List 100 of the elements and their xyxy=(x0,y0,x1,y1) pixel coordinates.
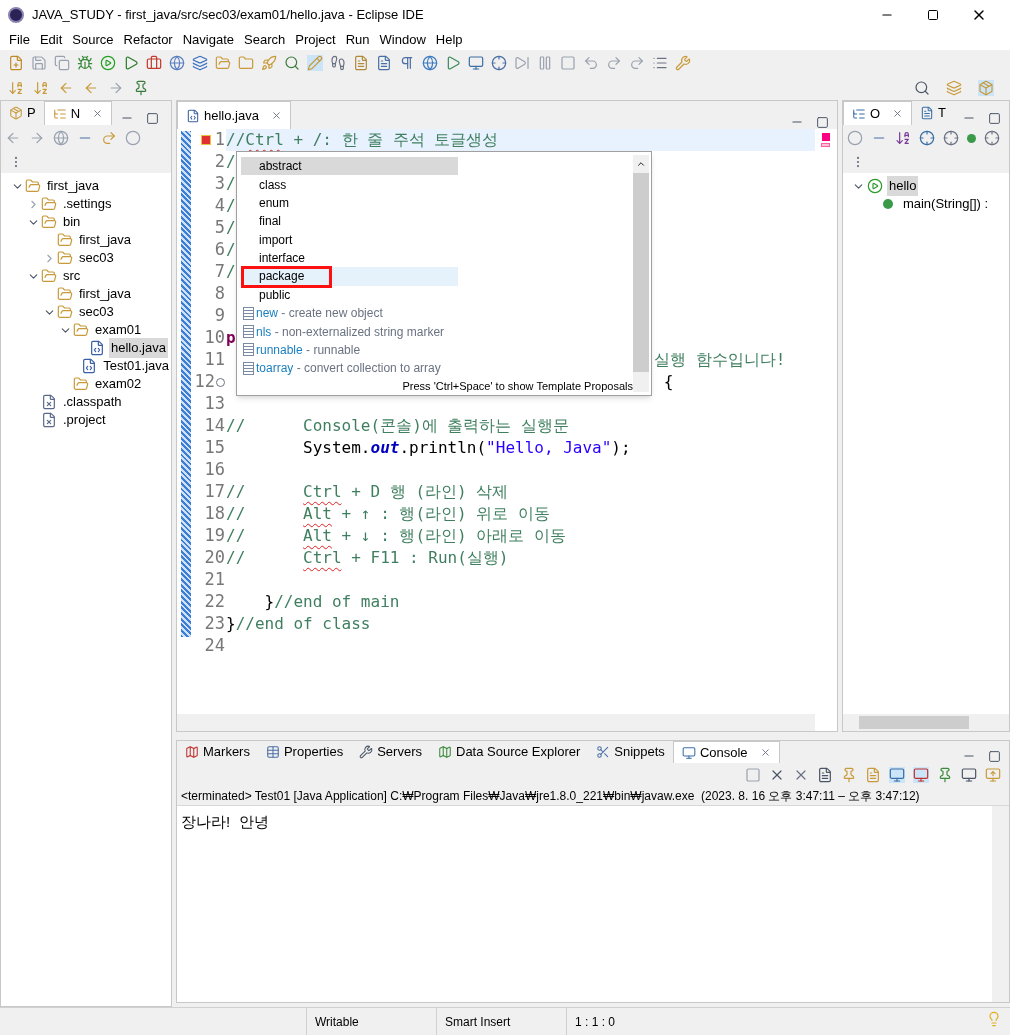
view-tab[interactable]: O xyxy=(842,101,913,125)
view-tab[interactable]: Console xyxy=(672,741,780,763)
close-icon[interactable] xyxy=(892,108,904,119)
resume-icon[interactable] xyxy=(514,55,530,71)
maximize-icon[interactable] xyxy=(988,749,1001,763)
completion-item[interactable]: new - create new object xyxy=(241,304,458,323)
globe-icon[interactable] xyxy=(53,130,69,146)
debug-icon[interactable] xyxy=(77,55,93,71)
tree-item[interactable]: bin xyxy=(61,212,83,232)
completion-item[interactable]: enum xyxy=(241,193,458,213)
back-icon[interactable] xyxy=(5,130,21,146)
console-header: <terminated> Test01 [Java Application] C:₩Program Files₩Java₩jre1.8.0_221₩bin₩javaw.exe (2023. 8. 16 오후 3:47:11 – 오후 3:47:12) xyxy=(181,788,920,805)
package-icon xyxy=(9,106,23,120)
tree-item[interactable]: sec03 xyxy=(77,302,116,322)
run-config-icon[interactable] xyxy=(123,55,139,71)
save-icon[interactable] xyxy=(31,55,47,71)
view-tab[interactable]: N xyxy=(43,101,113,125)
tree-item[interactable]: first_java xyxy=(45,176,102,196)
search-icon[interactable] xyxy=(914,80,930,96)
open-folder-icon[interactable] xyxy=(238,55,254,71)
close-icon[interactable] xyxy=(92,108,104,119)
maximize-icon[interactable] xyxy=(815,115,829,129)
completion-item[interactable]: abstract xyxy=(241,157,458,176)
menu-item[interactable]: Window xyxy=(374,30,431,50)
tree-item[interactable]: exam01 xyxy=(93,320,144,340)
menu-item[interactable]: Project xyxy=(290,30,341,50)
search-icon[interactable] xyxy=(284,55,300,71)
popup-scrollbar[interactable] xyxy=(633,155,649,392)
horizontal-scrollbar[interactable] xyxy=(842,714,1009,731)
forward-icon[interactable] xyxy=(108,80,124,96)
tree-item[interactable]: .project xyxy=(61,410,108,430)
tree-item[interactable]: src xyxy=(61,266,83,286)
tree-item[interactable]: exam02 xyxy=(93,374,144,394)
template-text: nls - non-externalized string marker xyxy=(256,323,445,341)
tree-item[interactable]: main(String[]) : xyxy=(900,194,991,214)
horizontal-scrollbar[interactable] xyxy=(177,714,815,731)
completion-item[interactable]: runnable - runnable xyxy=(241,340,458,360)
back-icon[interactable] xyxy=(83,80,99,96)
completion-item[interactable]: final xyxy=(241,212,458,231)
vertical-scrollbar[interactable] xyxy=(992,806,1009,1002)
new-file-icon[interactable] xyxy=(8,55,24,71)
completion-item[interactable]: toarray - convert collection to array xyxy=(241,359,458,378)
page-icon[interactable] xyxy=(376,55,392,71)
stop-icon[interactable] xyxy=(560,55,576,71)
menu-item[interactable]: Navigate xyxy=(177,30,239,50)
java-perspective-icon[interactable] xyxy=(978,80,994,96)
close-icon[interactable] xyxy=(759,747,771,758)
completion-item[interactable]: package xyxy=(241,267,458,286)
launch-icon[interactable] xyxy=(261,55,277,71)
menu-item[interactable]: Run xyxy=(340,30,375,50)
maximize-icon[interactable] xyxy=(146,111,160,125)
tree-item[interactable]: first_java xyxy=(77,284,134,304)
tree-item[interactable]: hello.java xyxy=(109,338,168,358)
menu-item[interactable]: File xyxy=(4,30,35,50)
completion-item[interactable]: public xyxy=(241,285,458,304)
wrench-icon[interactable] xyxy=(675,55,691,71)
scroll-up-icon[interactable] xyxy=(636,159,646,169)
forward-icon[interactable] xyxy=(29,130,45,146)
menu-item[interactable]: Refactor xyxy=(118,30,178,50)
completion-item[interactable]: nls - non-externalized string marker xyxy=(241,322,458,341)
code-text: ); xyxy=(611,437,631,459)
public-members-icon[interactable] xyxy=(966,133,976,143)
tree-item[interactable]: sec03 xyxy=(77,248,116,268)
save-all-icon[interactable] xyxy=(54,55,70,71)
completion-item[interactable]: class xyxy=(241,175,458,194)
pin-icon[interactable] xyxy=(133,80,149,96)
menu-item[interactable]: Source xyxy=(67,30,119,50)
lightbulb-icon[interactable] xyxy=(986,1011,1002,1027)
template-text: new - create new object xyxy=(256,305,383,323)
tree-item[interactable]: Test01.java xyxy=(101,356,171,376)
code-text: / xyxy=(226,217,236,239)
code-text: / xyxy=(226,195,236,217)
crosshair-icon[interactable] xyxy=(491,55,507,71)
tree-item[interactable]: .classpath xyxy=(61,392,124,412)
view-tab[interactable]: hello.java xyxy=(177,101,291,129)
close-icon[interactable] xyxy=(270,110,282,121)
code-text: // xyxy=(226,129,246,151)
menu-item[interactable]: Help xyxy=(430,30,468,50)
document-icon[interactable] xyxy=(353,55,369,71)
tree-item[interactable]: .settings xyxy=(61,194,114,214)
globe-icon[interactable] xyxy=(422,55,438,71)
open-perspective-icon[interactable] xyxy=(946,80,962,96)
pilcrow-icon[interactable] xyxy=(399,55,415,71)
play-icon[interactable] xyxy=(445,55,461,71)
code-text: / xyxy=(226,239,236,261)
line-number: 3 xyxy=(214,172,225,196)
completion-item[interactable]: import xyxy=(241,230,458,249)
footprints-icon[interactable] xyxy=(330,55,346,71)
tree-item[interactable]: first_java xyxy=(77,230,134,250)
pause-icon[interactable] xyxy=(537,55,553,71)
sort-icon[interactable] xyxy=(894,130,911,146)
run-icon[interactable] xyxy=(100,55,116,71)
tree-item[interactable]: hello xyxy=(886,176,919,196)
menu-item[interactable]: Edit xyxy=(34,30,68,50)
pencil-icon[interactable] xyxy=(307,55,323,71)
monitor-icon[interactable] xyxy=(468,55,484,71)
completion-item[interactable]: interface xyxy=(241,248,458,268)
menu-item[interactable]: Search xyxy=(239,30,291,50)
maximize-icon[interactable] xyxy=(988,111,1001,125)
list-icon[interactable] xyxy=(652,55,668,71)
